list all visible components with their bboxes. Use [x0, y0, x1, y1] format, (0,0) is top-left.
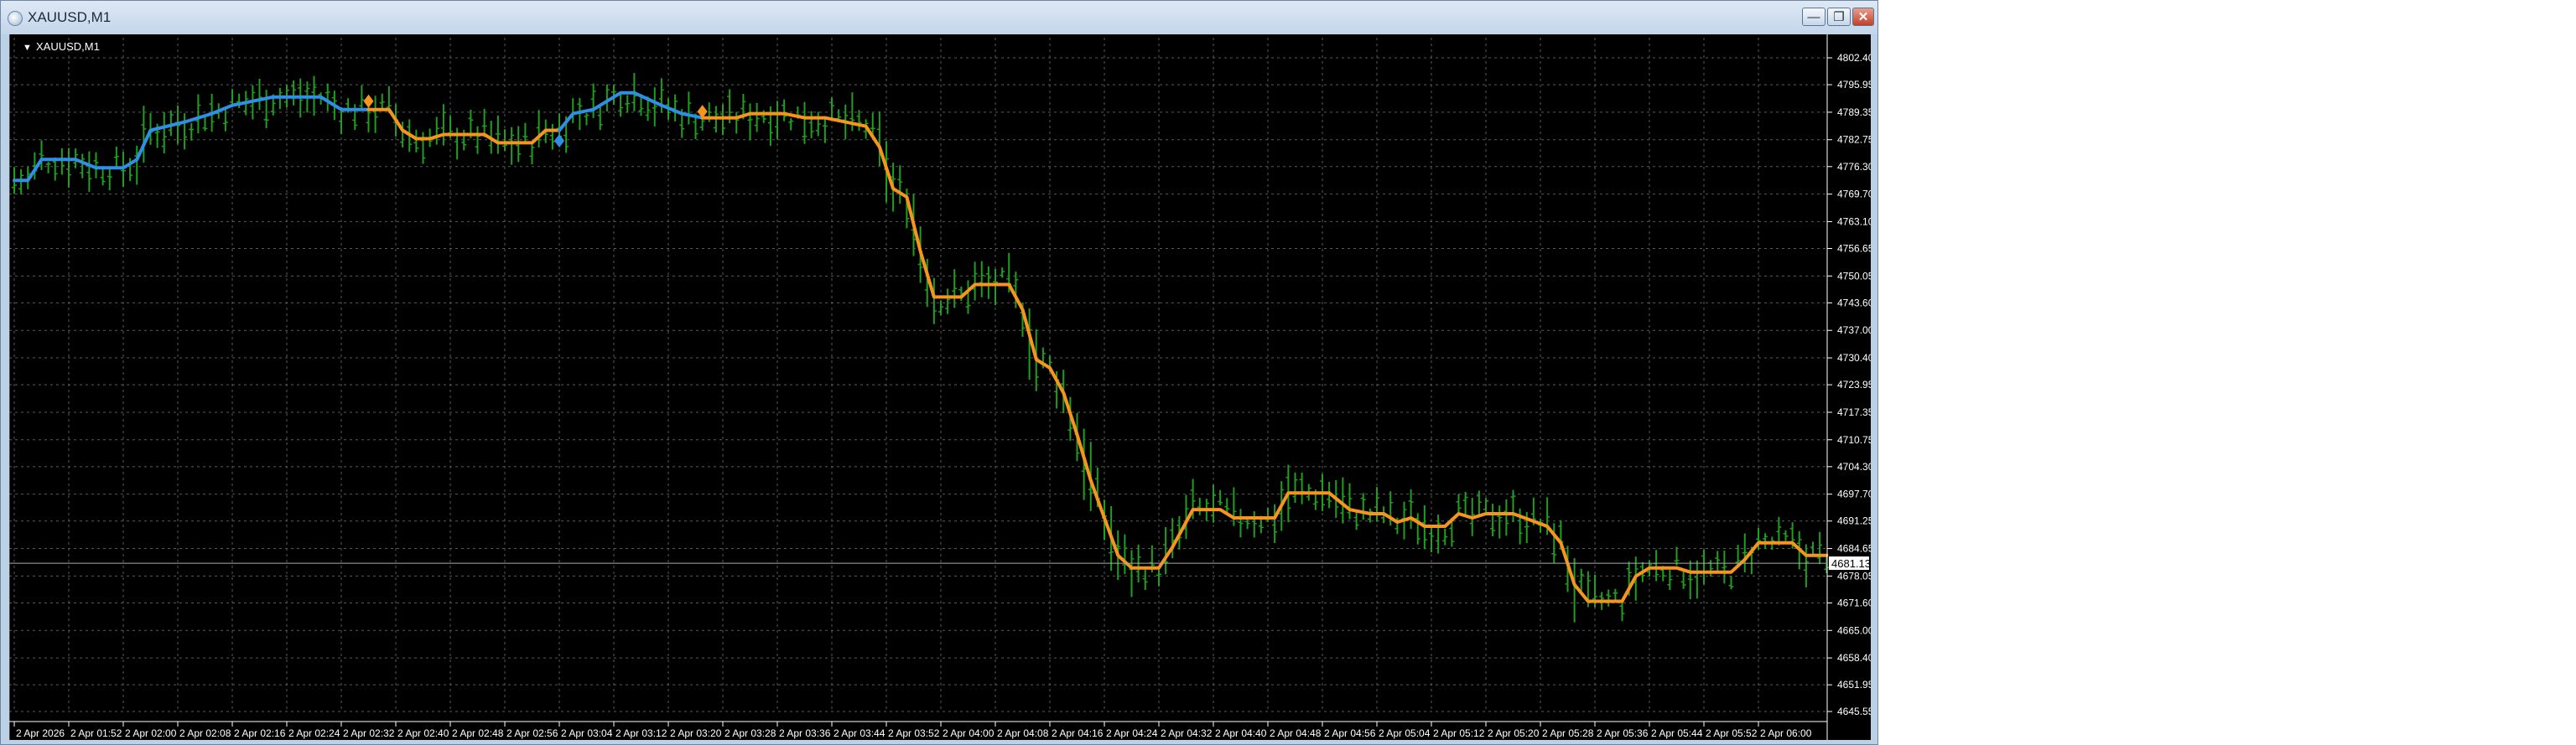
time-axis-label: 2 Apr 02:24	[288, 727, 340, 739]
time-axis-label: 2 Apr 04:16	[1052, 727, 1104, 739]
time-axis-label: 2 Apr 05:20	[1488, 727, 1540, 739]
time-axis-label: 2 Apr 2026	[16, 727, 65, 739]
price-axis-label: 4710.75	[1837, 434, 1871, 446]
time-axis-label: 2 Apr 03:12	[615, 727, 667, 739]
time-axis-label: 2 Apr 04:00	[943, 727, 995, 739]
price-axis-label: 4802.40	[1837, 52, 1871, 64]
indicator-line-segment	[700, 111, 1829, 603]
price-axis-label: 4730.40	[1837, 352, 1871, 364]
time-axis-label: 2 Apr 05:44	[1651, 727, 1703, 739]
price-axis-label: 4651.95	[1837, 679, 1871, 691]
price-axis-label: 4704.30	[1837, 461, 1871, 473]
time-axis-label: 2 Apr 04:32	[1161, 727, 1213, 739]
close-button[interactable]: ✕	[1852, 8, 1874, 26]
price-axis-label: 4697.70	[1837, 489, 1871, 500]
dropdown-arrow-icon[interactable]: ▼	[23, 43, 32, 53]
time-axis-label: 2 Apr 01:52	[70, 727, 122, 739]
price-axis-label: 4658.40	[1837, 652, 1871, 664]
price-axis-label: 4645.55	[1837, 706, 1871, 717]
time-axis-label: 2 Apr 03:44	[834, 727, 886, 739]
time-axis-label: 2 Apr 02:08	[179, 727, 231, 739]
time-axis-label: 2 Apr 03:36	[779, 727, 831, 739]
current-price-value: 4681.13	[1831, 557, 1871, 570]
window-titlebar[interactable]: XAUUSD,M1 — ❐ ✕	[1, 1, 1877, 34]
price-axis-label: 4684.65	[1837, 543, 1871, 555]
price-axis-label: 4737.00	[1837, 324, 1871, 336]
price-axis-label: 4671.60	[1837, 597, 1871, 608]
time-axis-label: 2 Apr 02:40	[397, 727, 449, 739]
time-axis-label: 2 Apr 02:16	[234, 727, 286, 739]
price-axis-label: 4750.05	[1837, 270, 1871, 282]
price-axis-label: 4776.30	[1837, 161, 1871, 173]
price-axis-label: 4795.95	[1837, 79, 1871, 91]
restore-button[interactable]: ❐	[1827, 8, 1851, 26]
time-axis-label: 2 Apr 04:40	[1215, 727, 1267, 739]
time-axis-label: 2 Apr 06:00	[1760, 727, 1812, 739]
grid-lines	[9, 38, 1827, 712]
chart-window[interactable]: XAUUSD,M1 — ❐ ✕ 4802.40 4795.95 4789.35 478…	[0, 0, 1878, 745]
signal-diamond-icon	[554, 133, 564, 147]
time-axis-label: 2 Apr 05:28	[1542, 727, 1594, 739]
price-axis-label: 4769.70	[1837, 189, 1871, 200]
chart-symbol-label: XAUUSD,M1	[36, 40, 100, 53]
price-axis-label: 4717.35	[1837, 406, 1871, 418]
time-axis-label: 2 Apr 03:52	[888, 727, 940, 739]
price-axis-label: 4782.75	[1837, 134, 1871, 146]
time-axis-label: 2 Apr 05:12	[1433, 727, 1485, 739]
time-axis-label: 2 Apr 04:24	[1106, 727, 1158, 739]
window-title: XAUUSD,M1	[28, 9, 112, 25]
price-axis: 4802.40 4795.95 4789.35 4782.75 4776.30 4769.…	[1826, 34, 1871, 740]
chart-area[interactable]: 4802.40 4795.95 4789.35 4782.75 4776.30 4769.…	[9, 34, 1871, 740]
time-axis-label: 2 Apr 05:04	[1379, 727, 1431, 739]
minimize-button[interactable]: —	[1802, 8, 1826, 26]
price-axis-label: 4678.05	[1837, 570, 1871, 582]
price-axis-label: 4789.35	[1837, 106, 1871, 118]
time-axis-label: 2 Apr 03:04	[561, 727, 613, 739]
price-chart[interactable]: 4802.40 4795.95 4789.35 4782.75 4776.30 4769.…	[9, 34, 1871, 740]
time-axis-label: 2 Apr 04:08	[997, 727, 1049, 739]
price-axis-label: 4763.10	[1837, 215, 1871, 227]
price-axis-label: 4665.00	[1837, 624, 1871, 636]
time-axis-label: 2 Apr 02:00	[125, 727, 177, 739]
time-axis-label: 2 Apr 05:52	[1706, 727, 1758, 739]
time-axis-label: 2 Apr 04:48	[1270, 727, 1322, 739]
time-axis-label: 2 Apr 04:56	[1324, 727, 1376, 739]
time-axis-label: 2 Apr 03:28	[724, 727, 776, 739]
time-axis-label: 2 Apr 02:32	[343, 727, 395, 739]
price-axis-label: 4723.95	[1837, 379, 1871, 391]
signal-diamond-icon	[363, 94, 374, 108]
time-axis-label: 2 Apr 02:56	[506, 727, 558, 739]
price-axis-label: 4691.25	[1837, 515, 1871, 527]
time-axis-label: 2 Apr 02:48	[452, 727, 504, 739]
time-axis: 2 Apr 2026 2 Apr 01:52 2 Apr 02:00 2 Apr 02…	[9, 721, 1827, 739]
current-price-tag: 4681.13	[9, 556, 1871, 571]
price-axis-label: 4756.65	[1837, 243, 1871, 255]
app-icon	[8, 11, 23, 26]
time-axis-label: 2 Apr 03:20	[670, 727, 722, 739]
time-axis-label: 2 Apr 05:36	[1597, 727, 1649, 739]
price-axis-label: 4743.60	[1837, 297, 1871, 308]
